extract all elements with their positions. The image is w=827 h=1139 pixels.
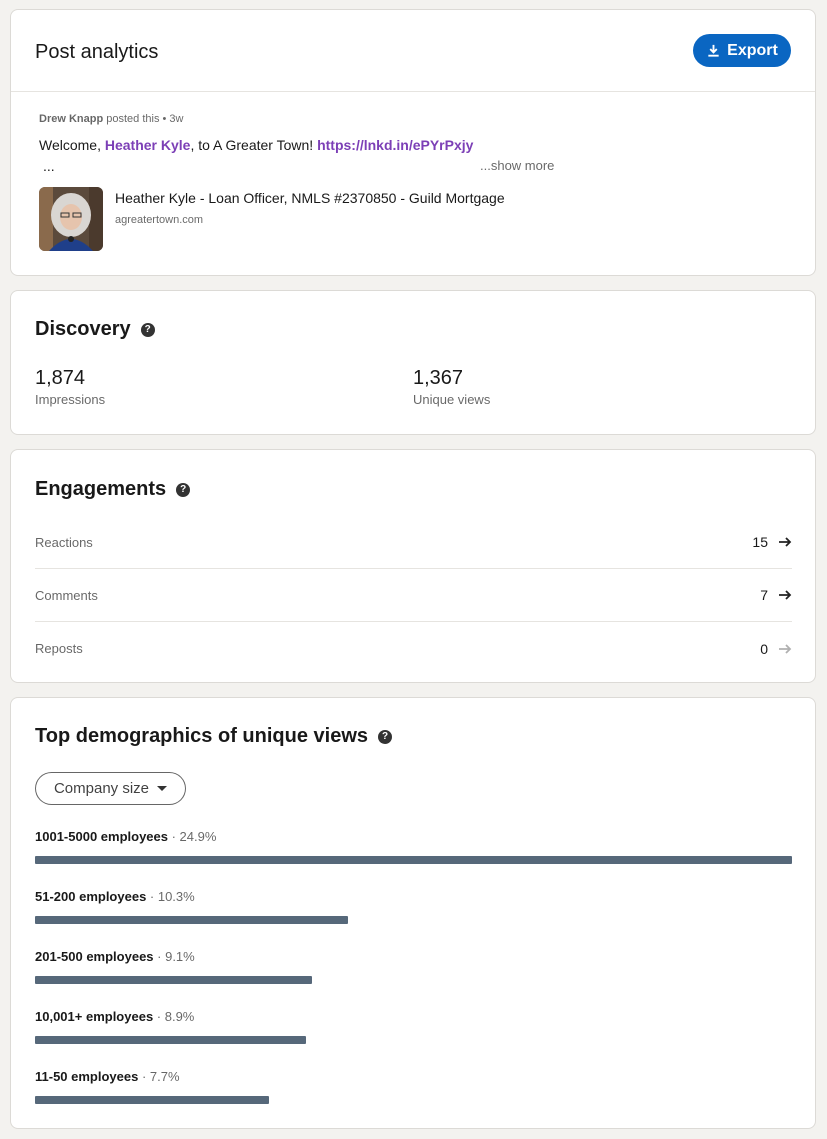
engagements-card: Engagements ? Reactions 15 Comments 7 Re… [10, 449, 816, 683]
engagement-row-reactions[interactable]: Reactions 15 [35, 516, 792, 569]
demographic-row: 201-500 employees · 9.1% [35, 949, 792, 989]
caret-down-icon [157, 786, 168, 791]
export-button[interactable]: Export [693, 34, 791, 67]
demographic-label: 10,001+ employees · 8.9% [35, 1009, 792, 1024]
post-mention[interactable]: Heather Kyle [105, 137, 191, 153]
demographic-percent: · 9.1% [153, 949, 195, 964]
demographic-bar-track [35, 916, 792, 924]
arrow-right-icon [779, 590, 792, 600]
post-link[interactable]: https://lnkd.in/ePYrPxjy [317, 137, 473, 153]
profile-photo-icon [39, 187, 103, 251]
discovery-title-text: Discovery [35, 318, 131, 340]
show-more-button[interactable]: ...show more [480, 158, 554, 173]
preview-title[interactable]: Heather Kyle - Loan Officer, NMLS #23708… [115, 190, 505, 206]
demographic-name: 1001-5000 employees [35, 829, 168, 844]
engagement-label: Reposts [35, 641, 83, 656]
company-size-dropdown[interactable]: Company size [35, 772, 186, 805]
demographic-bar [35, 1036, 306, 1044]
arrow-right-icon [779, 537, 792, 547]
metric-label: Unique views [413, 392, 491, 407]
demographic-percent: · 8.9% [153, 1009, 195, 1024]
engagement-count: 7 [760, 587, 768, 603]
demographic-name: 10,001+ employees [35, 1009, 154, 1024]
arrow-right-icon [779, 643, 792, 654]
engagement-label: Comments [35, 587, 98, 603]
engagements-title: Engagements ? [35, 478, 191, 501]
post-author[interactable]: Drew Knapp [39, 113, 103, 125]
metric-impressions: 1,874 Impressions [35, 367, 105, 407]
dropdown-label: Company size [53, 780, 150, 797]
engagement-count: 15 [752, 534, 768, 550]
demographic-label: 11-50 employees · 7.7% [35, 1069, 792, 1084]
post-meta: Drew Knapp posted this • 3w [39, 113, 183, 125]
engagements-title-text: Engagements [35, 478, 167, 500]
help-icon[interactable]: ? [176, 482, 191, 497]
demographic-bar [35, 856, 792, 864]
page-title: Post analytics [35, 41, 159, 63]
demographic-name: 11-50 employees [35, 1069, 139, 1084]
preview-domain: agreatertown.com [115, 214, 204, 226]
demographic-row: 10,001+ employees · 8.9% [35, 1009, 792, 1049]
discovery-card: Discovery ? 1,874 Impressions 1,367 Uniq… [10, 290, 816, 435]
post-analytics-card: Post analytics Export Drew Knapp posted … [10, 9, 816, 276]
post-time: posted this • 3w [103, 113, 184, 125]
demographic-label: 1001-5000 employees · 24.9% [35, 829, 792, 844]
post-text-middle: , to A Greater Town! [190, 137, 318, 153]
demographic-label: 51-200 employees · 10.3% [35, 889, 792, 904]
download-icon [708, 44, 719, 57]
demographic-label: 201-500 employees · 9.1% [35, 949, 792, 964]
demographic-bar [35, 916, 348, 924]
demographic-row: 51-200 employees · 10.3% [35, 889, 792, 929]
demographic-name: 51-200 employees [35, 889, 147, 904]
demographic-bar-track [35, 976, 792, 984]
preview-thumbnail[interactable] [39, 187, 103, 251]
demographic-bar [35, 1096, 269, 1104]
metric-value: 1,874 [35, 367, 86, 389]
engagement-label: Reactions [35, 534, 93, 550]
demographics-title-text: Top demographics of unique views [35, 725, 368, 747]
demographic-bar-track [35, 856, 792, 864]
demographic-row: 1001-5000 employees · 24.9% [35, 829, 792, 869]
demographic-percent: · 7.7% [138, 1069, 180, 1084]
demographic-row: 11-50 employees · 7.7% [35, 1069, 792, 1109]
engagement-row-reposts: Reposts 0 [35, 622, 792, 675]
demographics-title: Top demographics of unique views ? [35, 725, 392, 748]
demographic-percent: · 10.3% [146, 889, 195, 904]
metric-unique-views: 1,367 Unique views [413, 367, 490, 407]
post-text: Welcome, Heather Kyle, to A Greater Town… [39, 137, 473, 153]
post-text-prefix: Welcome, [39, 137, 105, 153]
discovery-title: Discovery ? [35, 318, 155, 341]
metric-value: 1,367 [413, 367, 464, 389]
demographic-bar-track [35, 1096, 792, 1104]
demographic-percent: · 24.9% [167, 829, 217, 844]
post-analytics-header: Post analytics Export [11, 10, 815, 92]
export-label: Export [727, 41, 778, 59]
engagement-row-comments[interactable]: Comments 7 [35, 569, 792, 622]
demographic-bar [35, 976, 312, 984]
demographics-card: Top demographics of unique views ? Compa… [10, 697, 816, 1129]
demographic-bar-track [35, 1036, 792, 1044]
demographic-name: 201-500 employees [35, 949, 154, 964]
help-icon[interactable]: ? [378, 729, 392, 744]
help-icon[interactable]: ? [140, 322, 155, 337]
metric-label: Impressions [35, 392, 106, 407]
post-ellipsis: ... [43, 158, 55, 174]
engagement-count: 0 [760, 640, 768, 657]
